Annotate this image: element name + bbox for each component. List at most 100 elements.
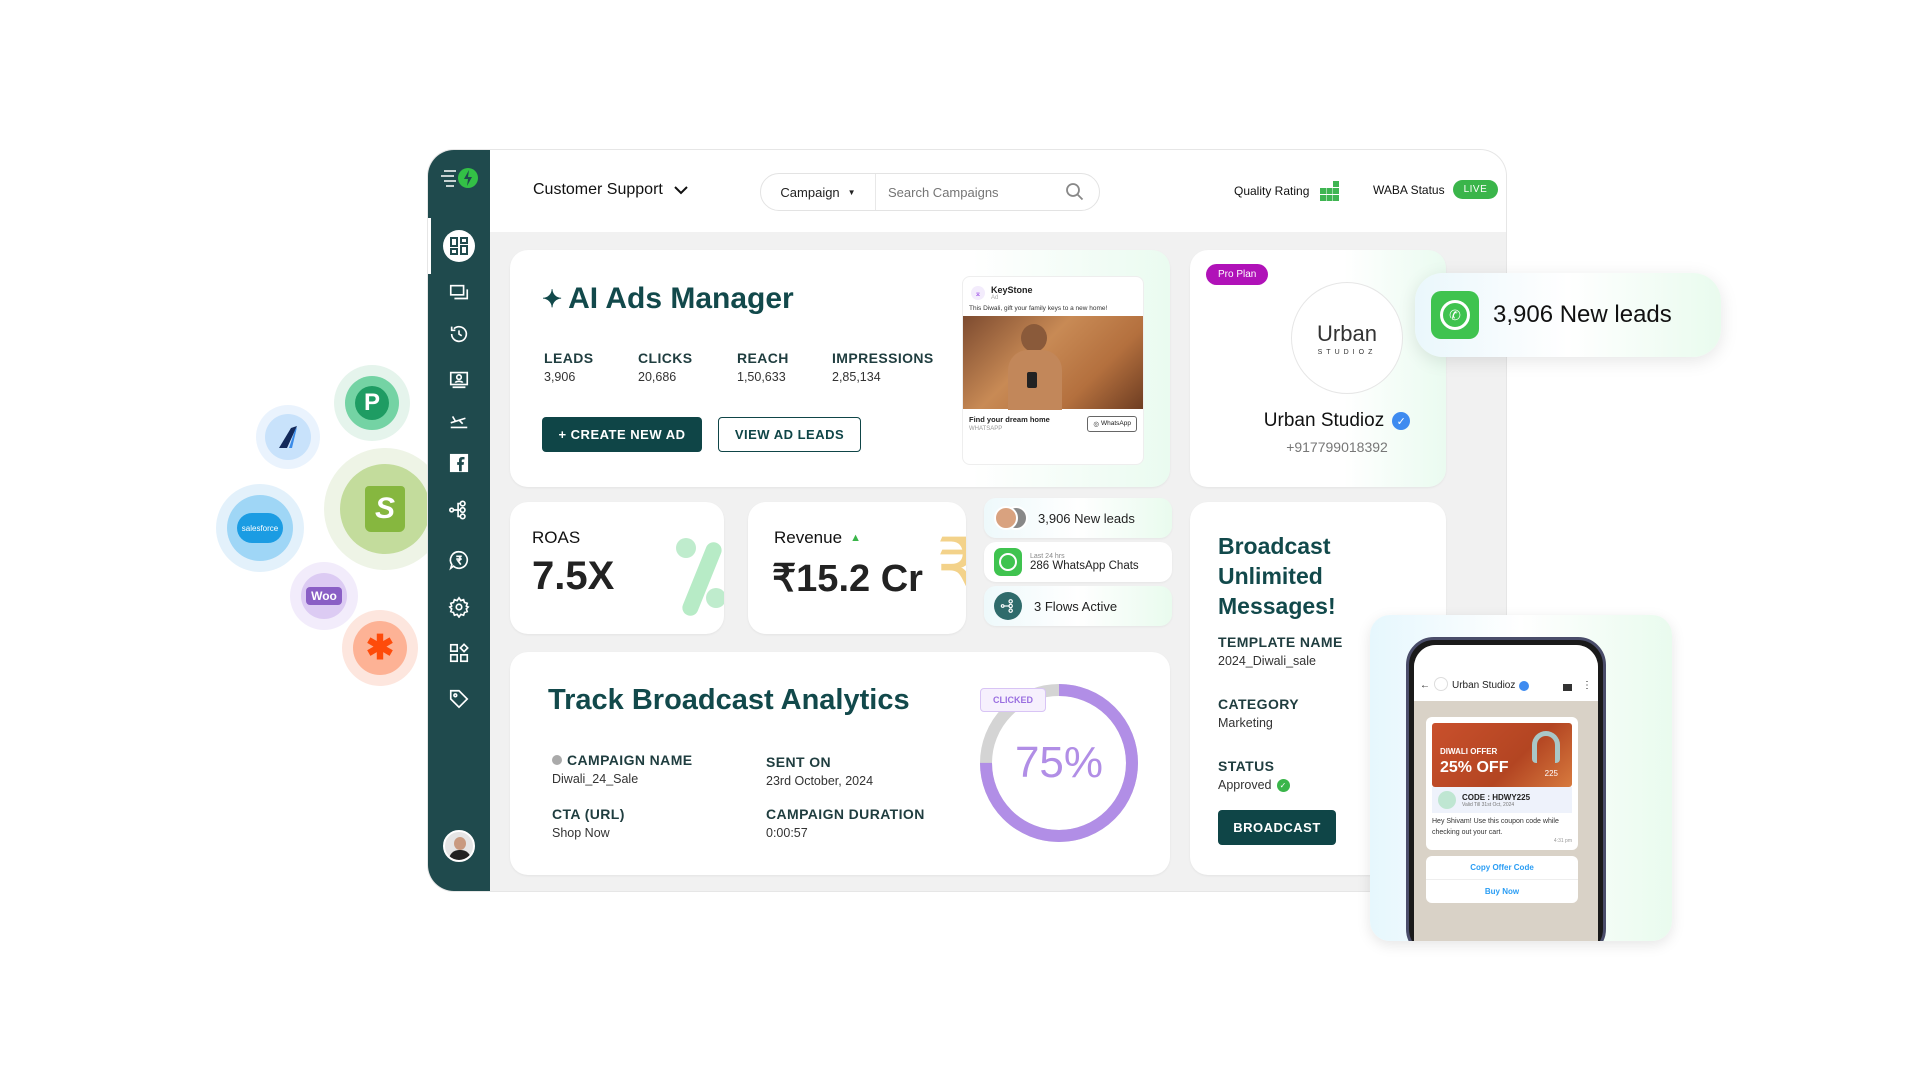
chat-header: ← Urban Studioz ⋮ bbox=[1414, 645, 1598, 701]
headphones-image bbox=[1532, 731, 1560, 763]
history-icon bbox=[450, 325, 468, 343]
lead-avatars bbox=[994, 504, 1038, 532]
sidebar-item-payments[interactable] bbox=[446, 547, 472, 573]
store-icon[interactable] bbox=[1563, 684, 1572, 691]
quality-bars-icon bbox=[1320, 181, 1340, 201]
salesforce-integration[interactable]: salesforce bbox=[216, 484, 304, 572]
analytics-title: Track Broadcast Analytics bbox=[548, 684, 910, 716]
workspace-dropdown[interactable]: Customer Support bbox=[533, 181, 689, 199]
chevron-down-icon bbox=[674, 186, 688, 195]
roas-card: ROAS 7.5X bbox=[510, 502, 724, 634]
waba-status: WABA Status LIVE bbox=[1373, 180, 1499, 199]
info-icon bbox=[552, 755, 562, 765]
field-cta: CTA (URL) Shop Now bbox=[552, 806, 625, 840]
waba-status-label: WABA Status bbox=[1373, 182, 1445, 197]
more-icon[interactable]: ⋮ bbox=[1582, 680, 1592, 691]
create-new-ad-button[interactable]: + CREATE NEW AD bbox=[542, 417, 702, 452]
copy-offer-code-button[interactable]: Copy Offer Code bbox=[1426, 856, 1578, 880]
coupon-icon bbox=[1438, 791, 1456, 809]
user-avatar[interactable] bbox=[443, 830, 475, 862]
contact-avatar bbox=[1434, 677, 1448, 691]
sparkle-icon: ✦ bbox=[542, 285, 563, 313]
field-campaign-name: CAMPAIGN NAME Diwali_24_Sale bbox=[552, 752, 693, 786]
sidebar-item-dashboard[interactable] bbox=[443, 230, 475, 262]
sidebar-item-campaigns[interactable] bbox=[446, 408, 472, 434]
sidebar-item-history[interactable] bbox=[446, 321, 472, 347]
top-bar: Customer Support Campaign ▼ Quality Rati… bbox=[490, 150, 1506, 232]
shopify-icon: S bbox=[365, 486, 405, 532]
contacts-icon bbox=[449, 371, 469, 389]
metric-impressions: IMPRESSIONS 2,85,134 bbox=[832, 350, 934, 384]
ad-brand: KeyStone bbox=[991, 285, 1033, 295]
back-arrow-icon[interactable]: ← bbox=[1420, 680, 1430, 691]
keystone-logo: ⌅ bbox=[971, 286, 985, 300]
phone-frame: ← Urban Studioz ⋮ DIWALI OFFER 25% OFF 2… bbox=[1406, 637, 1606, 941]
revenue-label-row: Revenue ▲ bbox=[774, 528, 861, 547]
profile-logo: Urban STUDIOZ bbox=[1291, 282, 1403, 394]
field-template-name: TEMPLATE NAME 2024_Diwali_sale bbox=[1218, 634, 1343, 668]
quality-rating: Quality Rating bbox=[1234, 180, 1341, 202]
field-category: CATEGORY Marketing bbox=[1218, 696, 1299, 730]
search-filter-select[interactable]: Campaign ▼ bbox=[761, 174, 876, 210]
view-ad-leads-button[interactable]: VIEW AD LEADS bbox=[718, 417, 861, 452]
woocommerce-integration[interactable]: Woo bbox=[290, 562, 358, 630]
zapier-integration[interactable]: ✱ bbox=[342, 610, 418, 686]
whatsapp-icon: ◎ bbox=[1093, 420, 1099, 428]
woo-icon: Woo bbox=[306, 587, 342, 605]
broadcast-title: Broadcast Unlimited Messages! bbox=[1218, 533, 1336, 619]
stat-flows-active[interactable]: 3 Flows Active bbox=[984, 586, 1172, 626]
sidebar-item-integrations[interactable] bbox=[446, 640, 472, 666]
dashboard-panel: Customer Support Campaign ▼ Quality Rati… bbox=[428, 150, 1506, 891]
clicked-percent: 75% bbox=[1014, 738, 1104, 787]
pro-plan-badge: Pro Plan bbox=[1206, 264, 1269, 285]
search-input[interactable] bbox=[876, 184, 1065, 200]
waba-live-badge: LIVE bbox=[1452, 180, 1499, 199]
buy-now-button[interactable]: Buy Now bbox=[1426, 880, 1578, 903]
offer-banner: DIWALI OFFER 25% OFF 225 bbox=[1432, 723, 1572, 787]
field-status: STATUS Approved ✓ bbox=[1218, 758, 1290, 792]
dashboard-icon bbox=[450, 237, 468, 255]
sidebar-item-chats[interactable] bbox=[446, 280, 472, 306]
revenue-card: Revenue ▲ ₹15.2 Cr ₹ bbox=[748, 502, 966, 634]
marketo-integration[interactable] bbox=[256, 405, 320, 469]
ad-preview[interactable]: ⌅ KeyStone Ad This Diwali, gift your fami… bbox=[962, 276, 1144, 465]
caret-down-icon: ▼ bbox=[847, 187, 856, 197]
tag-icon bbox=[449, 689, 469, 709]
search-icon[interactable] bbox=[1065, 182, 1085, 202]
whatsapp-logo-icon: ✆ bbox=[1431, 291, 1479, 339]
metric-leads: LEADS 3,906 bbox=[544, 350, 594, 384]
sidebar-item-facebook[interactable] bbox=[446, 450, 472, 476]
field-duration: CAMPAIGN DURATION 0:00:57 bbox=[766, 806, 925, 840]
approved-check-icon: ✓ bbox=[1276, 778, 1290, 792]
new-leads-badge: ✆ 3,906 New leads bbox=[1415, 273, 1721, 357]
integrations-icon bbox=[449, 643, 469, 663]
ads-metrics: LEADS 3,906 CLICKS 20,686 REACH 1,50,633 IM… bbox=[544, 350, 942, 384]
marketo-icon bbox=[265, 414, 311, 460]
ad-caption: This Diwali, gift your family keys to a … bbox=[969, 305, 1108, 312]
broadcast-button[interactable]: BROADCAST bbox=[1218, 810, 1336, 845]
salesforce-icon: salesforce bbox=[237, 513, 283, 543]
phone-preview-card: ← Urban Studioz ⋮ DIWALI OFFER 25% OFF 2… bbox=[1370, 615, 1672, 941]
flows-icon bbox=[449, 500, 466, 520]
stat-whatsapp-chats[interactable]: Last 24 hrs 286 WhatsApp Chats bbox=[984, 542, 1172, 582]
sidebar-item-contacts[interactable] bbox=[446, 366, 472, 392]
sidebar-item-flows[interactable] bbox=[446, 497, 472, 523]
sidebar-item-tags[interactable] bbox=[446, 686, 472, 712]
rupee-illustration: ₹ bbox=[936, 523, 966, 612]
message-bubble: DIWALI OFFER 25% OFF 225 CODE : HDWY225 V… bbox=[1426, 717, 1578, 850]
sidebar bbox=[428, 150, 490, 891]
search-bar: Campaign ▼ bbox=[760, 173, 1100, 211]
sidebar-item-settings[interactable] bbox=[446, 594, 472, 620]
percent-illustration bbox=[676, 538, 724, 619]
workspace-name: Customer Support bbox=[533, 181, 663, 198]
clicked-tooltip: CLICKED bbox=[980, 688, 1046, 712]
search-filter-value: Campaign bbox=[780, 184, 840, 200]
pabbly-integration[interactable]: P bbox=[334, 365, 410, 441]
whatsapp-icon bbox=[994, 548, 1022, 576]
ad-whatsapp-cta[interactable]: ◎ WhatsApp bbox=[1087, 415, 1137, 432]
profile-card: Pro Plan Urban STUDIOZ Urban Studioz ✓ +… bbox=[1190, 250, 1446, 487]
ad-headline: Find your dream home bbox=[969, 415, 1050, 424]
roas-label: ROAS bbox=[532, 528, 581, 547]
stat-new-leads[interactable]: 3,906 New leads bbox=[984, 498, 1172, 538]
ai-ads-title: ✦ AI Ads Manager bbox=[542, 282, 794, 315]
